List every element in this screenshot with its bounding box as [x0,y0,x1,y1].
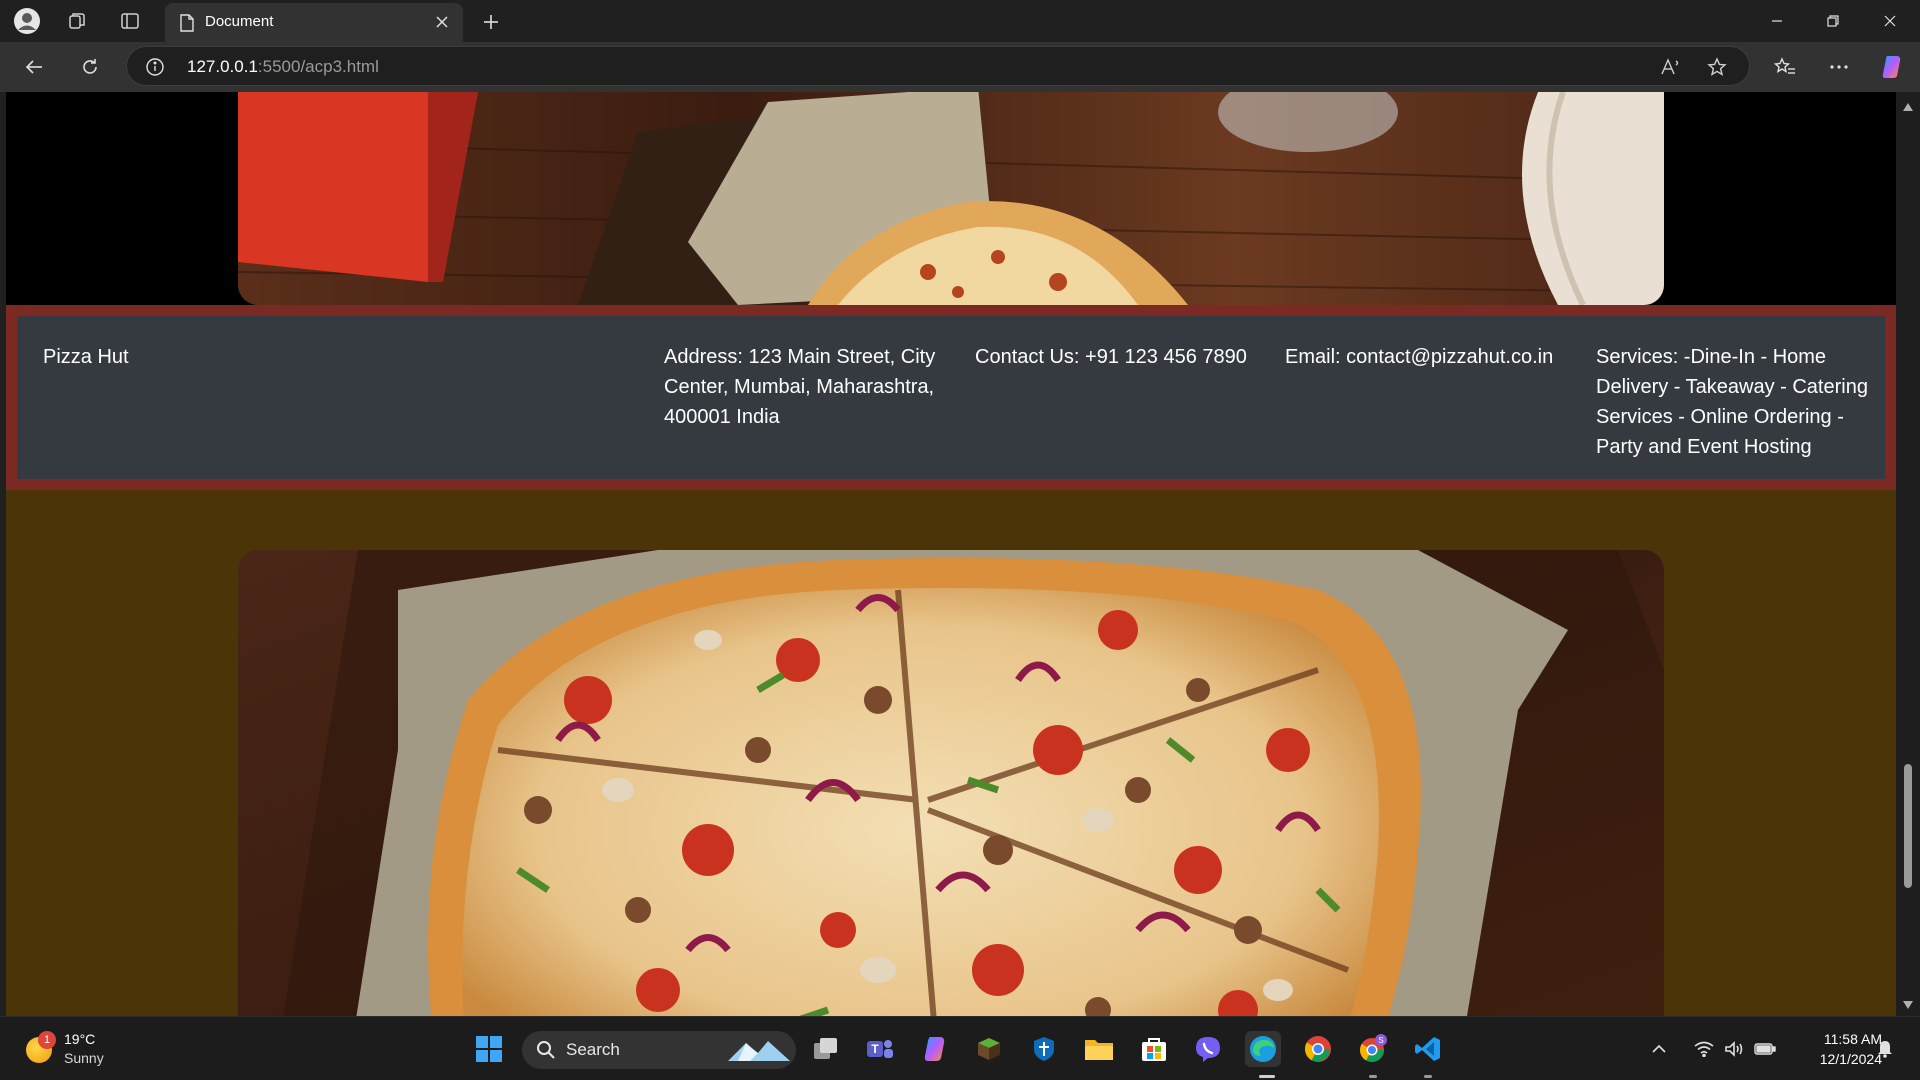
footer-section: Pizza Hut Address: 123 Main Street, City… [6,305,1896,490]
read-aloud-icon[interactable] [1657,53,1685,81]
tab-actions-icon[interactable] [114,5,146,37]
footer-address: Address: 123 Main Street, City Center, M… [664,346,936,428]
browser-titlebar: Document [0,0,1920,42]
vscode-running-indicator [1424,1075,1432,1078]
pizza-photo-bottom [238,550,1664,1016]
copilot-app-icon[interactable] [917,1031,953,1067]
edge-running-indicator [1259,1075,1275,1078]
tab-document[interactable]: Document [165,3,463,42]
clock-date: 12/1/2024 [1819,1051,1882,1067]
page-viewport: Pizza Hut Address: 123 Main Street, City… [6,92,1896,1016]
address-bar[interactable]: 127.0.0.1:5500/acp3.html [126,46,1750,86]
close-window-button[interactable] [1862,0,1918,42]
svg-text:S: S [1378,1036,1383,1045]
start-button[interactable] [471,1031,507,1067]
chrome-running-indicator [1369,1075,1377,1078]
tab-title: Document [205,13,274,30]
search-highlight-icon [728,1037,790,1067]
windows-taskbar: 1 19°C Sunny Search T S 11:58 AM 12/1/20… [0,1016,1920,1080]
system-clock[interactable]: 11:58 AM 12/1/2024 [1786,1029,1882,1069]
footer-panel: Pizza Hut Address: 123 Main Street, City… [17,316,1885,479]
microsoft-store-icon[interactable] [1136,1031,1172,1067]
back-button[interactable] [18,51,50,83]
svg-text:T: T [871,1042,879,1056]
search-label: Search [566,1040,620,1059]
footer-services: Services: -Dine-In - Home Delivery - Tak… [1596,346,1868,458]
pizza-photo-top [238,92,1664,305]
defender-icon[interactable] [1026,1031,1062,1067]
vscode-icon[interactable] [1410,1031,1446,1067]
copilot-icon[interactable] [1876,51,1908,83]
clock-time: 11:58 AM [1823,1031,1882,1047]
document-icon [179,14,195,36]
hero-section-top [6,92,1896,305]
notifications-bell-icon[interactable] [1872,1031,1898,1067]
teams-icon[interactable]: T [862,1031,898,1067]
url-text: 127.0.0.1:5500/acp3.html [187,57,379,77]
weather-temperature: 19°C [64,1031,96,1047]
volume-icon[interactable] [1722,1031,1746,1067]
minimize-button[interactable] [1749,0,1805,42]
hero-section-bottom [6,490,1896,1016]
favorite-star-icon[interactable] [1703,53,1731,81]
edge-icon[interactable] [1245,1031,1281,1067]
close-tab-icon[interactable] [431,11,453,33]
minecraft-icon[interactable] [971,1031,1007,1067]
scroll-up-arrow-icon[interactable] [1902,98,1914,111]
collections-icon[interactable] [61,5,93,37]
footer-contact: Contact Us: +91 123 456 7890 [975,346,1247,368]
more-options-icon[interactable] [1823,51,1855,83]
taskbar-search[interactable]: Search [522,1031,796,1069]
wifi-icon[interactable] [1692,1031,1716,1067]
page-scrollbar[interactable] [1896,92,1920,1016]
url-host: 127.0.0.1 [187,57,258,76]
restore-button[interactable] [1805,0,1861,42]
chrome-profile-icon[interactable]: S [1355,1031,1391,1067]
browser-toolbar: 127.0.0.1:5500/acp3.html [0,42,1920,92]
scrollbar-thumb[interactable] [1904,764,1912,888]
footer-email: Email: contact@pizzahut.co.in [1285,346,1554,368]
footer-brand: Pizza Hut [43,346,129,368]
weather-condition: Sunny [64,1050,104,1066]
refresh-button[interactable] [74,51,106,83]
new-tab-button[interactable] [475,6,507,38]
favorites-icon[interactable] [1769,51,1801,83]
site-info-icon[interactable] [145,57,165,81]
task-view-icon[interactable] [808,1031,844,1067]
file-explorer-icon[interactable] [1081,1031,1117,1067]
chrome-icon[interactable] [1300,1031,1336,1067]
search-icon [536,1040,556,1064]
url-path: :5500/acp3.html [257,57,379,76]
show-hidden-icons-chevron-up-icon[interactable] [1647,1031,1671,1067]
viber-icon[interactable] [1190,1031,1226,1067]
profile-icon[interactable] [11,5,43,37]
weather-widget[interactable]: 1 19°C Sunny [24,1029,134,1069]
battery-icon[interactable] [1752,1031,1778,1067]
scroll-down-arrow-icon[interactable] [1902,996,1914,1009]
weather-badge: 1 [38,1031,56,1049]
